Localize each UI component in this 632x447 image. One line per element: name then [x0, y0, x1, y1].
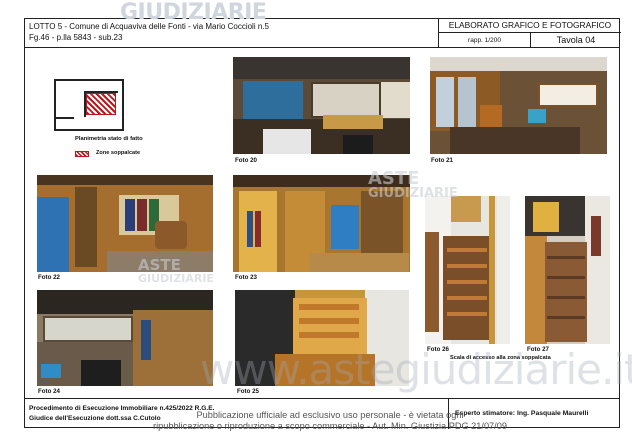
table-number: Tavola 04 [556, 35, 596, 45]
photo-24 [37, 290, 213, 386]
plan-caption: Planimetria stato di fatto [75, 136, 143, 142]
doc-title: ELABORATO GRAFICO E FOTOGRAFICO [439, 18, 621, 33]
caption-photo-20: Foto 20 [235, 157, 258, 164]
watermark-website: www.astegiudiziarie.it [200, 345, 632, 394]
photo-21 [430, 57, 607, 154]
scale-ratio: rapp. 1/200 [439, 33, 531, 48]
header-left: LOTTO 5 - Comune di Acquaviva delle Font… [29, 21, 269, 43]
publication-notice: Pubblicazione ufficiale ad esclusivo uso… [140, 410, 520, 431]
photo-27 [525, 196, 610, 344]
legend-label: Zone soppalcate [96, 150, 141, 156]
photo-22 [37, 175, 213, 272]
caption-photo-21: Foto 21 [431, 157, 454, 164]
legend-swatch [75, 151, 89, 157]
photo-20 [233, 57, 410, 154]
mezzanine-area [86, 93, 116, 115]
cadastral-ref: Fg.46 - p.lla 5843 - sub.23 [29, 33, 123, 42]
caption-photo-22: Foto 22 [38, 274, 61, 281]
lot-address: LOTTO 5 - Comune di Acquaviva delle Font… [29, 22, 269, 31]
caption-photo-24: Foto 24 [38, 388, 61, 395]
watermark-giudiziarie-2: GIUDIZIARIE [138, 272, 214, 285]
floor-plan [54, 79, 124, 131]
watermark-giudiziarie-1: GIUDIZIARIE [368, 186, 458, 201]
header: LOTTO 5 - Comune di Acquaviva delle Font… [24, 18, 621, 48]
header-right: ELABORATO GRAFICO E FOTOGRAFICO rapp. 1/… [438, 18, 621, 48]
caption-photo-23: Foto 23 [235, 274, 258, 281]
publication-line-1: Pubblicazione ufficiale ad esclusivo uso… [196, 410, 464, 420]
photo-26 [425, 196, 510, 344]
publication-line-2: ripubblicazione o riproduzione a scopo c… [153, 420, 507, 431]
